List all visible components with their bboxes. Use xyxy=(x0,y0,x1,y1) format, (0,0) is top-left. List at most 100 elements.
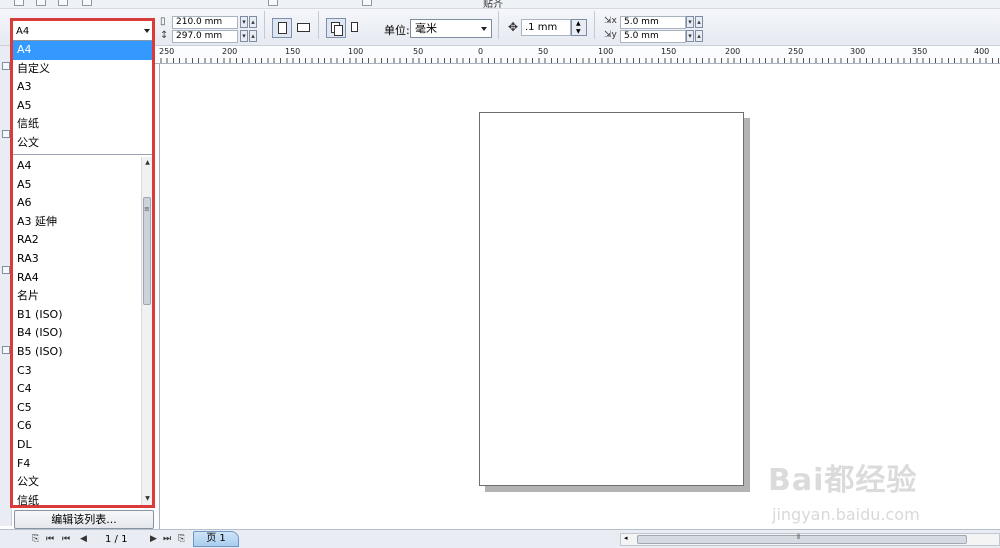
duplicate-y-icon: ⇲y xyxy=(604,30,617,40)
units-combo[interactable]: 毫米 xyxy=(410,19,492,38)
list-item[interactable]: F4 xyxy=(13,455,141,474)
ruler-label: 50 xyxy=(413,47,424,56)
list-item[interactable]: 信纸 xyxy=(13,115,152,134)
watermark: Bai都经验 jingyan.baidu.com xyxy=(768,455,998,530)
spin-down-icon[interactable]: ▼ xyxy=(576,28,581,35)
landscape-button[interactable] xyxy=(294,18,314,38)
open-icon[interactable] xyxy=(36,0,46,6)
shape-tool-icon[interactable] xyxy=(2,130,10,138)
dup-x-spin-up[interactable]: ▴ xyxy=(695,16,703,28)
nudge-spinner[interactable]: ▲ ▼ xyxy=(571,19,587,36)
horizontal-ruler[interactable]: 250 200 150 100 50 0 50 100 150 200 250 … xyxy=(154,46,1000,64)
ruler-label: 250 xyxy=(788,47,804,56)
page-counter: 1 / 1 xyxy=(105,534,128,545)
list-item[interactable]: B5 (ISO) xyxy=(13,343,141,362)
list-item[interactable]: A4 xyxy=(13,157,141,176)
duplicate-x-field[interactable]: 5.0 mm xyxy=(620,16,686,29)
list-item[interactable]: C4 xyxy=(13,380,141,399)
list-item[interactable]: A3 xyxy=(13,78,152,97)
list-item[interactable]: B4 (ISO) xyxy=(13,324,141,343)
drawing-page[interactable] xyxy=(479,112,744,486)
list-item[interactable]: C6 xyxy=(13,417,141,436)
chevron-down-icon[interactable] xyxy=(144,29,150,33)
ruler-label: 300 xyxy=(850,47,866,56)
width-spin-down[interactable]: ▾ xyxy=(240,16,248,28)
page-tab[interactable]: 页 1 xyxy=(193,531,239,547)
dropdown-scrollbar[interactable]: ▲ ≡ ▼ xyxy=(141,157,152,505)
pick-tool-icon[interactable] xyxy=(2,62,10,70)
nudge-distance-field[interactable]: .1 mm xyxy=(521,19,571,36)
scroll-left-icon[interactable]: ◂ xyxy=(624,534,628,542)
add-page-icon[interactable]: ⎘ xyxy=(32,534,39,544)
new-document-icon[interactable] xyxy=(14,0,24,6)
fill-tool-icon[interactable] xyxy=(2,346,10,354)
snap-to-label[interactable]: 贴齐 xyxy=(483,0,503,8)
ruler-label: 250 xyxy=(159,47,175,56)
list-item[interactable]: RA4 xyxy=(13,269,141,288)
paper-height-field[interactable]: 297.0 mm xyxy=(172,30,238,43)
page-navigator-bar: ⎘ ⏮ ⏮ ◀ 1 / 1 ▶ ⏭ ⎘ 页 1 ◂ ⦀ xyxy=(0,529,1000,548)
import-icon[interactable] xyxy=(268,0,278,6)
duplicate-x-icon: ⇲x xyxy=(604,16,617,26)
list-item[interactable]: 信纸 xyxy=(13,492,141,511)
list-item[interactable]: 自定义 xyxy=(13,60,152,79)
edit-list-button[interactable]: 编辑该列表... xyxy=(14,510,154,529)
horizontal-scrollbar[interactable]: ◂ ⦀ xyxy=(620,533,1000,546)
portrait-button[interactable] xyxy=(272,18,292,38)
all-pages-button[interactable] xyxy=(326,18,346,38)
list-item[interactable]: C5 xyxy=(13,399,141,418)
all-sizes-list: A4 A5 A6 A3 延伸 RA2 RA3 RA4 名片 B1 (ISO) B… xyxy=(13,157,141,510)
list-item[interactable]: A3 延伸 xyxy=(13,213,141,232)
previous-page-icon[interactable]: ◀ xyxy=(80,534,87,544)
ruler-label: 100 xyxy=(348,47,364,56)
portrait-icon xyxy=(278,22,287,34)
dup-x-spin-down[interactable]: ▾ xyxy=(686,16,694,28)
all-pages-icon-back xyxy=(334,25,343,36)
list-item[interactable]: A5 xyxy=(13,176,141,195)
dup-y-spin-up[interactable]: ▴ xyxy=(695,30,703,42)
scrollbar-thumb[interactable] xyxy=(143,197,151,305)
application-launcher-icon[interactable] xyxy=(362,0,372,6)
list-item[interactable]: A6 xyxy=(13,194,141,213)
print-icon[interactable] xyxy=(82,0,92,6)
next-page-icon[interactable]: ▶ xyxy=(150,534,157,544)
ruler-label: 400 xyxy=(974,47,990,56)
scroll-down-icon[interactable]: ▼ xyxy=(143,494,152,504)
height-spin-down[interactable]: ▾ xyxy=(240,30,248,42)
ruler-label: 200 xyxy=(222,47,238,56)
spin-up-icon[interactable]: ▲ xyxy=(576,20,581,27)
scrollbar-thumb[interactable] xyxy=(637,535,967,544)
standard-toolbar: 贴齐 xyxy=(0,0,1000,9)
width-spin-up[interactable]: ▴ xyxy=(249,16,257,28)
list-item[interactable]: DL xyxy=(13,436,141,455)
units-value: 毫米 xyxy=(415,22,437,35)
paper-width-field[interactable]: 210.0 mm xyxy=(172,16,238,29)
dropdown-combo[interactable]: A4 xyxy=(13,21,152,41)
scroll-up-icon[interactable]: ▲ xyxy=(143,158,152,168)
chevron-down-icon[interactable] xyxy=(481,27,487,31)
list-item[interactable]: 公文 xyxy=(13,134,152,153)
watermark-logo: Bai都经验 xyxy=(768,463,918,498)
list-item[interactable]: A5 xyxy=(13,97,152,116)
duplicate-y-field[interactable]: 5.0 mm xyxy=(620,30,686,43)
separator xyxy=(594,11,595,39)
first-page-icon[interactable]: ⏮ xyxy=(62,534,70,544)
list-item[interactable]: C3 xyxy=(13,362,141,381)
ruler-ticks xyxy=(154,58,1000,63)
paper-size-dropdown[interactable]: A4 A4 自定义 A3 A5 信纸 公文 A4 A5 A6 A3 延伸 RA2… xyxy=(10,18,155,508)
list-item[interactable]: B1 (ISO) xyxy=(13,306,141,325)
first-page-icon[interactable]: ⏮ xyxy=(46,534,54,544)
list-item[interactable]: 名片 xyxy=(13,287,141,306)
add-page-after-icon[interactable]: ⎘ xyxy=(178,534,185,544)
save-icon[interactable] xyxy=(58,0,68,6)
height-spin-up[interactable]: ▴ xyxy=(249,30,257,42)
last-page-icon[interactable]: ⏭ xyxy=(163,534,171,544)
dup-y-spin-down[interactable]: ▾ xyxy=(686,30,694,42)
list-item[interactable]: 公文 xyxy=(13,473,141,492)
current-page-button[interactable] xyxy=(348,18,368,38)
list-item[interactable]: RA2 xyxy=(13,231,141,250)
list-item[interactable]: RA3 xyxy=(13,250,141,269)
list-item[interactable]: A4 xyxy=(13,41,152,60)
text-tool-icon[interactable] xyxy=(2,266,10,274)
separator xyxy=(318,11,319,39)
